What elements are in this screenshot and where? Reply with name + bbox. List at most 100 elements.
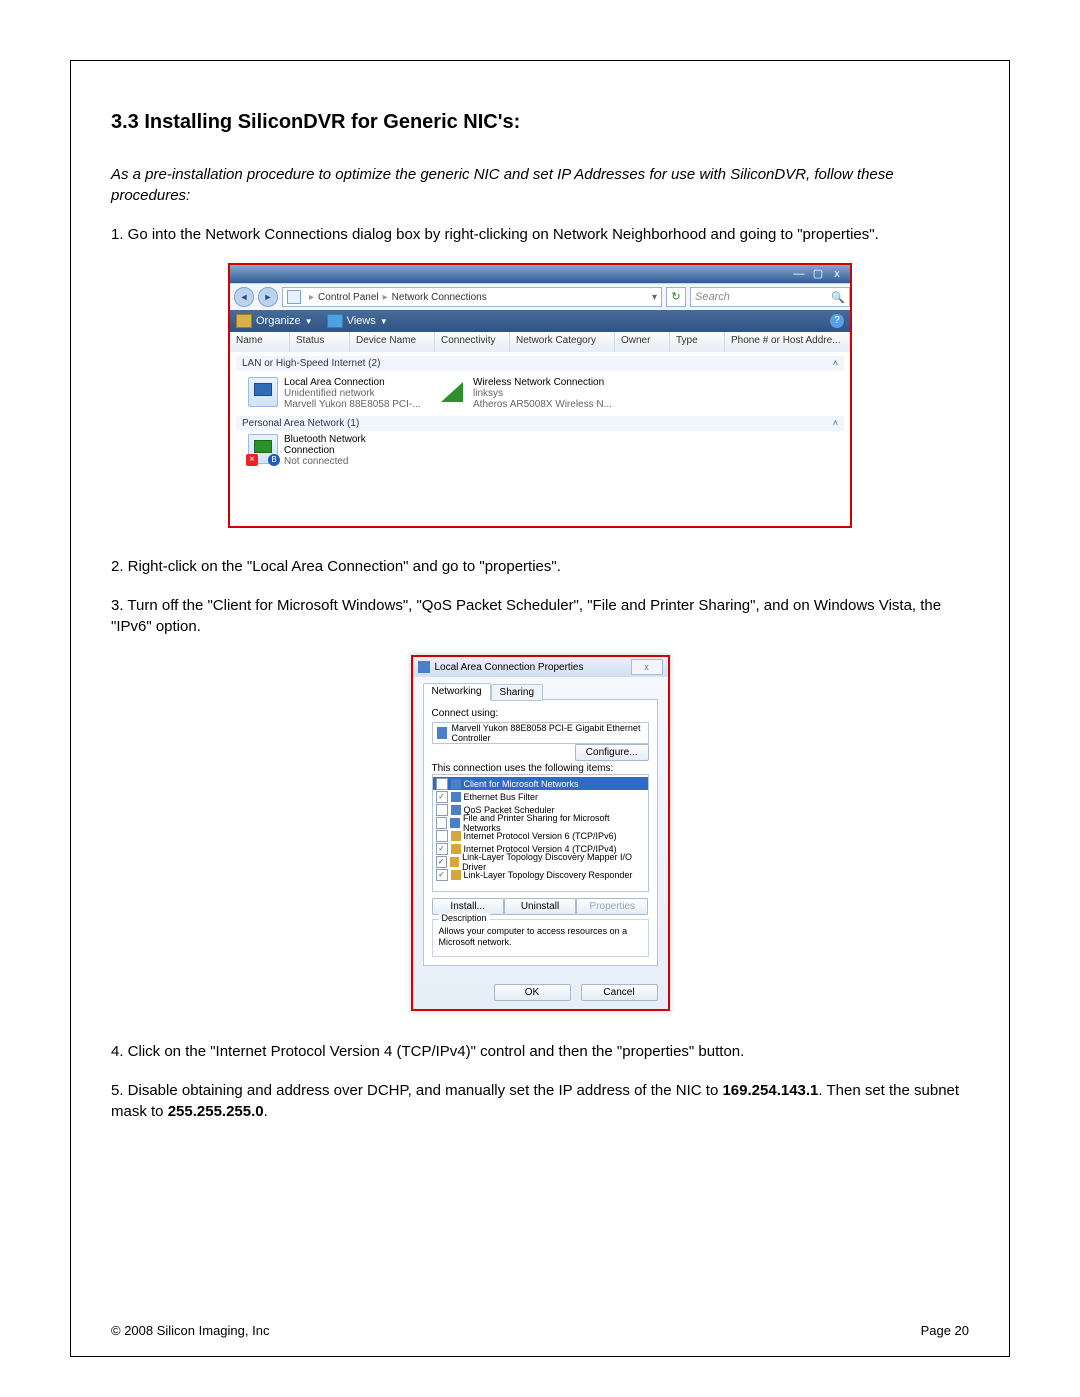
organize-menu[interactable]: Organize▼ — [236, 314, 313, 328]
checkbox[interactable]: ✓ — [436, 791, 448, 803]
location-icon — [287, 290, 301, 304]
back-button[interactable]: ◄ — [234, 287, 254, 307]
col-device[interactable]: Device Name — [350, 332, 435, 352]
dialog-icon — [418, 661, 430, 673]
close-icon[interactable]: x — [829, 265, 845, 283]
checkbox[interactable] — [436, 778, 448, 790]
item-icon — [450, 857, 459, 867]
item-icon — [451, 805, 461, 815]
minimize-icon[interactable]: — — [791, 265, 807, 283]
item-icon — [451, 779, 461, 789]
checkbox[interactable] — [436, 830, 448, 842]
views-menu[interactable]: Views▼ — [327, 314, 388, 328]
uninstall-button[interactable]: Uninstall — [504, 898, 576, 915]
search-placeholder: Search — [695, 291, 730, 303]
refresh-button[interactable]: ↻ — [666, 287, 686, 307]
cancel-button[interactable]: Cancel — [581, 984, 658, 1001]
bluetooth-icon: × B — [248, 434, 278, 464]
connect-using-label: Connect using: — [432, 708, 649, 719]
col-phone[interactable]: Phone # or Host Addre... — [725, 332, 850, 352]
section-heading: 3.3 Installing SiliconDVR for Generic NI… — [111, 111, 969, 134]
checkbox[interactable]: ✓ — [436, 869, 448, 881]
bluetooth-badge-icon: B — [268, 454, 280, 466]
column-headers[interactable]: Name Status Device Name Connectivity Net… — [230, 332, 850, 352]
page-footer: © 2008 Silicon Imaging, Inc Page 20 — [111, 1323, 969, 1338]
lan-properties-dialog: Local Area Connection Properties х Netwo… — [411, 655, 670, 1011]
connection-item[interactable]: Internet Protocol Version 6 (TCP/IPv6) — [433, 829, 648, 842]
disconnected-icon: × — [246, 454, 258, 466]
tab-bar: Networking Sharing — [423, 683, 658, 700]
connections-list: LAN or High-Speed Internet (2)˄ Local Ar… — [230, 352, 850, 526]
col-owner[interactable]: Owner — [615, 332, 670, 352]
description-group: Description Allows your computer to acce… — [432, 919, 649, 957]
group-pan[interactable]: Personal Area Network (1)˄ — [236, 416, 844, 431]
maximize-icon[interactable]: ▢ — [810, 265, 826, 283]
page-number: Page 20 — [921, 1323, 969, 1338]
step-5: 5. Disable obtaining and address over DC… — [111, 1080, 969, 1122]
step-1: 1. Go into the Network Connections dialo… — [111, 224, 969, 245]
chevron-up-icon: ˄ — [833, 358, 838, 369]
description-legend: Description — [439, 913, 490, 923]
item-label: Link-Layer Topology Discovery Responder — [464, 870, 633, 880]
search-input[interactable]: Search 🔍 — [690, 287, 850, 307]
step-3: 3. Turn off the "Client for Microsoft Wi… — [111, 595, 969, 637]
checkbox[interactable]: ✓ — [436, 843, 448, 855]
dialog-title: Local Area Connection Properties — [435, 662, 584, 673]
checkbox[interactable]: ✓ — [436, 856, 447, 868]
lan-icon — [248, 377, 278, 407]
connection-lan[interactable]: Local Area Connection Unidentified netwo… — [248, 377, 423, 410]
item-label: Client for Microsoft Networks — [464, 779, 579, 789]
connection-item[interactable]: ✓ Link-Layer Topology Discovery Responder — [433, 868, 648, 881]
item-icon — [451, 831, 461, 841]
subnet-mask: 255.255.255.0 — [168, 1103, 264, 1120]
checkbox[interactable] — [436, 817, 448, 829]
connection-item[interactable]: File and Printer Sharing for Microsoft N… — [433, 816, 648, 829]
dialog-titlebar: Local Area Connection Properties х — [413, 657, 668, 677]
toolbar: Organize▼ Views▼ ? — [230, 310, 850, 332]
ok-button[interactable]: OK — [494, 984, 571, 1001]
intro-paragraph: As a pre-installation procedure to optim… — [111, 164, 969, 206]
crumb-network-connections[interactable]: Network Connections — [392, 292, 487, 303]
checkbox[interactable] — [436, 804, 448, 816]
connection-wlan[interactable]: Wireless Network Connection linksys Athe… — [439, 377, 612, 410]
connection-item[interactable]: ✓Link-Layer Topology Discovery Mapper I/… — [433, 855, 648, 868]
tab-sharing[interactable]: Sharing — [491, 684, 543, 701]
tab-networking[interactable]: Networking — [423, 683, 491, 700]
wifi-icon — [439, 377, 467, 405]
col-name[interactable]: Name — [230, 332, 290, 352]
help-icon[interactable]: ? — [830, 314, 844, 328]
description-text: Allows your computer to access resources… — [439, 926, 628, 947]
item-icon — [450, 818, 460, 828]
window-titlebar: — ▢ x — [230, 265, 850, 283]
breadcrumb[interactable]: ▸ Control Panel ▸ Network Connections ▾ — [282, 287, 662, 307]
copyright: © 2008 Silicon Imaging, Inc — [111, 1323, 269, 1338]
crumb-control-panel[interactable]: Control Panel — [318, 292, 379, 303]
item-label: Internet Protocol Version 6 (TCP/IPv6) — [464, 831, 617, 841]
forward-button[interactable]: ► — [258, 287, 278, 307]
close-icon[interactable]: х — [631, 659, 663, 675]
search-icon: 🔍 — [831, 291, 845, 304]
col-status[interactable]: Status — [290, 332, 350, 352]
item-label: Link-Layer Topology Discovery Mapper I/O… — [462, 852, 644, 872]
col-type[interactable]: Type — [670, 332, 725, 352]
configure-button[interactable]: Configure... — [575, 744, 649, 761]
group-lan[interactable]: LAN or High-Speed Internet (2)˄ — [236, 356, 844, 371]
connection-bluetooth[interactable]: × B Bluetooth Network Connection Not con… — [248, 434, 840, 467]
step-4: 4. Click on the "Internet Protocol Versi… — [111, 1041, 969, 1062]
col-category[interactable]: Network Category — [510, 332, 615, 352]
items-label: This connection uses the following items… — [432, 763, 649, 774]
connection-item[interactable]: ✓Ethernet Bus Filter — [433, 790, 648, 803]
properties-button[interactable]: Properties — [576, 898, 648, 915]
crumb-dropdown-icon[interactable]: ▾ — [652, 292, 657, 303]
connection-items-list[interactable]: Client for Microsoft Networks✓Ethernet B… — [432, 774, 649, 892]
connection-item[interactable]: Client for Microsoft Networks — [433, 777, 648, 790]
adapter-icon — [437, 727, 447, 739]
ip-address: 169.254.143.1 — [722, 1082, 818, 1099]
adapter-field: Marvell Yukon 88E8058 PCI-E Gigabit Ethe… — [432, 722, 649, 744]
organize-icon — [236, 314, 252, 328]
address-bar: ◄ ► ▸ Control Panel ▸ Network Connection… — [230, 283, 850, 310]
col-connectivity[interactable]: Connectivity — [435, 332, 510, 352]
network-connections-window: — ▢ x ◄ ► ▸ Control Panel ▸ Network Conn… — [228, 263, 852, 528]
step-2: 2. Right-click on the "Local Area Connec… — [111, 556, 969, 577]
item-icon — [451, 870, 461, 880]
